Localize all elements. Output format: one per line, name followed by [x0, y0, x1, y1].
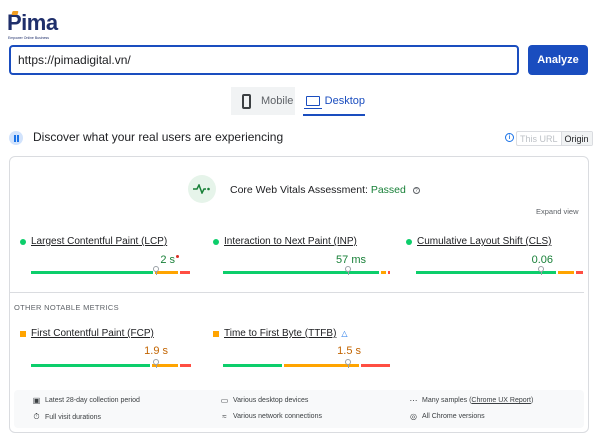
chrome-versions-info: ◎ All Chrome versions	[409, 412, 485, 421]
metric-inp-distribution-bar	[223, 271, 390, 274]
status-square	[20, 330, 26, 337]
metric-lcp-marker	[153, 266, 159, 275]
metric-lcp-value: 2 s	[160, 254, 175, 266]
collection-period-text: Latest 28-day collection period	[45, 397, 140, 404]
good-segment	[416, 271, 556, 274]
calendar-icon: ▣	[32, 396, 41, 405]
metric-cls-distribution-bar	[416, 271, 583, 274]
needs-improvement-segment	[558, 271, 574, 274]
toggle-this-url[interactable]: This URL	[517, 132, 561, 145]
good-segment	[31, 271, 153, 274]
poor-segment	[180, 364, 191, 367]
metric-fcp-label[interactable]: First Contentful Paint (FCP)	[20, 328, 154, 339]
tab-mobile[interactable]: Mobile	[231, 87, 295, 115]
status-dot	[406, 238, 412, 245]
metric-name: Interaction to Next Paint (INP)	[224, 236, 357, 247]
cwv-status: Passed	[370, 184, 406, 196]
tab-mobile-label: Mobile	[261, 95, 294, 107]
metric-ttfb-value: 1.5 s	[337, 345, 361, 357]
help-icon[interactable]: ?	[412, 186, 420, 194]
samples-info: ⋯ Many samples (Chrome UX Report)	[409, 396, 534, 405]
collection-info-footer: ▣ Latest 28-day collection period ⏱ Full…	[14, 390, 584, 428]
good-segment	[223, 271, 379, 274]
status-square	[213, 330, 219, 337]
poor-segment	[388, 271, 390, 274]
metric-inp-label[interactable]: Interaction to Next Paint (INP)	[213, 236, 357, 247]
devices-icon: ▭	[220, 396, 229, 405]
visit-durations-text: Full visit durations	[45, 413, 102, 421]
phone-icon	[242, 93, 251, 109]
metric-lcp-label[interactable]: Largest Contentful Paint (LCP)	[20, 236, 167, 247]
metric-name: Cumulative Layout Shift (CLS)	[417, 236, 552, 247]
status-dot	[20, 238, 26, 245]
analyze-button[interactable]: Analyze	[528, 45, 588, 75]
connections-text: Various network connections	[233, 413, 322, 420]
connections-info: ≈ Various network connections	[220, 412, 322, 421]
metric-cls-marker	[538, 266, 544, 275]
visit-durations: ⏱ Full visit durations	[32, 412, 101, 422]
cwv-assessment: Core Web Vitals Assessment: Passed ?	[230, 184, 420, 196]
chrome-versions-text: All Chrome versions	[422, 413, 485, 420]
tab-desktop-label: Desktop	[324, 95, 365, 107]
metric-ttfb-distribution-bar	[223, 364, 390, 367]
poor-segment	[361, 364, 390, 367]
devices-info: ▭ Various desktop devices	[220, 396, 309, 405]
crux-report-link[interactable]: Chrome UX Report	[471, 397, 531, 404]
metric-fcp-distribution-bar	[31, 364, 198, 367]
metric-fcp-marker	[153, 359, 159, 368]
metric-ttfb-label[interactable]: Time to First Byte (TTFB) △	[213, 328, 348, 339]
metric-cls-value: 0.06	[531, 254, 553, 266]
section-divider	[9, 292, 584, 293]
poor-segment	[576, 271, 583, 274]
metric-name: First Contentful Paint (FCP)	[31, 328, 154, 339]
wifi-icon: ≈	[222, 412, 227, 421]
samples-suffix: )	[530, 397, 534, 404]
url-input[interactable]	[9, 45, 519, 75]
url-origin-toggle: This URL Origin	[516, 131, 593, 146]
poor-segment	[180, 271, 190, 274]
logo-tagline: Empower Online Business	[8, 36, 50, 40]
chrome-icon: ◎	[410, 412, 417, 421]
people-icon: ⋯	[409, 396, 418, 405]
metric-inp-value: 57 ms	[336, 254, 366, 266]
metric-cls-label[interactable]: Cumulative Layout Shift (CLS)	[406, 236, 552, 247]
users-chart-icon	[9, 131, 23, 145]
pulse-icon	[188, 175, 216, 203]
metric-ttfb-marker	[345, 359, 351, 368]
lcp-indicator-dot	[176, 255, 179, 258]
devices-text: Various desktop devices	[233, 397, 309, 404]
field-data-title: Discover what your real users are experi…	[33, 130, 284, 144]
desktop-icon	[304, 96, 322, 109]
info-icon[interactable]: i	[505, 133, 514, 142]
toggle-origin[interactable]: Origin	[560, 132, 592, 145]
active-tab-indicator	[303, 114, 365, 116]
expand-view-link[interactable]: Expand view	[536, 207, 579, 216]
status-dot	[213, 238, 219, 245]
good-segment	[223, 364, 282, 367]
good-segment	[31, 364, 150, 367]
other-metrics-title: OTHER NOTABLE METRICS	[14, 303, 119, 312]
metric-fcp-value: 1.9 s	[144, 345, 168, 357]
logo-accent-mark	[11, 11, 19, 15]
experimental-flask-icon: △	[341, 329, 348, 338]
metric-lcp-distribution-bar	[31, 271, 198, 274]
samples-prefix: Many samples (	[422, 397, 472, 404]
pima-logo: Pima Empower Online Business	[7, 10, 77, 40]
tab-desktop[interactable]: Desktop	[303, 87, 365, 116]
collection-period: ▣ Latest 28-day collection period	[32, 396, 140, 405]
needs-improvement-segment	[381, 271, 386, 274]
cwv-assessment-label: Core Web Vitals Assessment:	[230, 184, 368, 196]
metric-inp-marker	[345, 266, 351, 275]
needs-improvement-segment	[155, 271, 178, 274]
metric-name: Largest Contentful Paint (LCP)	[31, 236, 168, 247]
metric-name: Time to First Byte (TTFB)	[224, 328, 337, 339]
stopwatch-icon: ⏱	[33, 412, 40, 421]
